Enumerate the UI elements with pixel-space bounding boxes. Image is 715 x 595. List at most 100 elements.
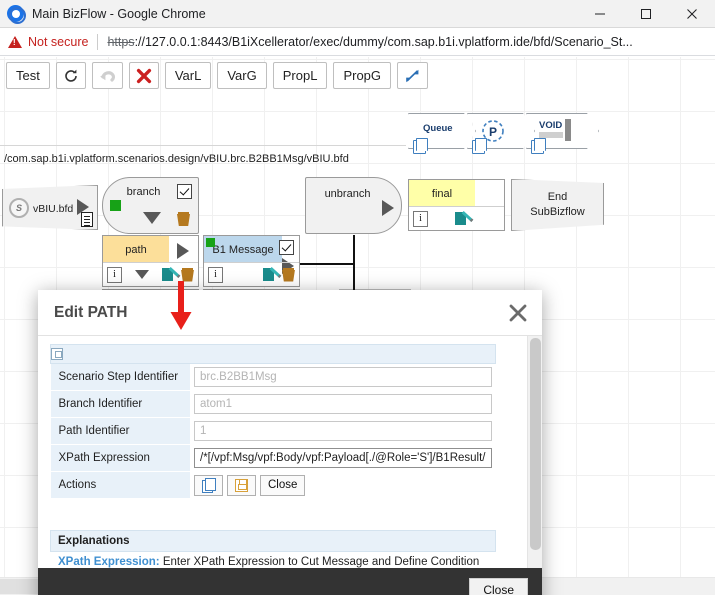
branch-collapse-icon[interactable]	[143, 212, 161, 224]
window-controls	[577, 0, 715, 28]
varg-button[interactable]: VarG	[217, 62, 267, 89]
palette-queue-label: Queue	[423, 123, 453, 134]
security-status-label[interactable]: Not secure	[28, 35, 88, 49]
end-subbizflow-node[interactable]: End SubBizflow	[511, 179, 604, 231]
expand-arrows-icon	[406, 69, 419, 82]
palette-void-stop-icon	[565, 119, 571, 141]
path-info-button[interactable]: i	[107, 266, 122, 283]
window-titlebar: Main BizFlow - Google Chrome	[0, 0, 715, 28]
palette-void-label: VOID	[539, 120, 563, 131]
dialog-scrollbar[interactable]	[527, 336, 542, 568]
breadcrumb: /com.sap.b1i.vplatform.scenarios.design/…	[4, 153, 349, 165]
omnibox-divider	[97, 33, 99, 50]
b1-delete-icon[interactable]	[282, 267, 295, 282]
url-text[interactable]: https://127.0.0.1:8443/B1iXcellerator/ex…	[107, 35, 632, 49]
minimize-button[interactable]	[577, 0, 623, 28]
table-toolbar-row	[50, 344, 496, 364]
final-node[interactable]: final i	[408, 179, 505, 231]
start-node-label: vBIU.bfd	[33, 203, 74, 215]
branch-node[interactable]: branch	[102, 177, 199, 234]
svg-text:P: P	[489, 125, 497, 139]
path-edit-icon[interactable]	[162, 267, 177, 282]
node-palette: Queue P VOID	[408, 113, 599, 157]
path-node[interactable]: path i	[102, 235, 199, 287]
unbranch-run-icon[interactable]	[382, 200, 394, 216]
dialog-body: Scenario Step Identifier brc.B2BB1Msg Br…	[38, 336, 542, 568]
test-button[interactable]: Test	[6, 62, 50, 89]
branch-identifier-label: Branch Identifier	[50, 390, 190, 418]
b1-info-button[interactable]: i	[208, 266, 223, 283]
explanations-body: Enter XPath Expression to Cut Message an…	[159, 556, 480, 568]
branch-identifier-cell: atom1	[190, 390, 496, 418]
maximize-button[interactable]	[623, 0, 669, 28]
close-action-button[interactable]: Close	[260, 474, 306, 496]
b1-edit-icon[interactable]	[263, 267, 278, 282]
path-identifier-label: Path Identifier	[50, 417, 190, 445]
chrome-logo-icon	[7, 5, 26, 24]
path-delete-icon[interactable]	[181, 267, 194, 282]
save-button[interactable]	[227, 474, 256, 496]
window-title: Main BizFlow - Google Chrome	[32, 6, 206, 21]
xpath-expression-input[interactable]: /*[/vpf:Msg/vpf:Body/vpf:Payload[./@Role…	[194, 448, 492, 468]
toolbar-divider	[0, 145, 406, 146]
bfd-toolbar: Test VarL VarG PropL PropG	[6, 62, 429, 89]
address-bar[interactable]: Not secure https://127.0.0.1:8443/B1iXce…	[0, 28, 715, 56]
end-node-line1: End	[547, 191, 568, 203]
end-node-label: End SubBizflow	[530, 190, 584, 220]
copy-button[interactable]	[194, 474, 223, 496]
start-node-doc-icon[interactable]	[81, 212, 93, 227]
b1-status-icon	[206, 238, 215, 247]
path-identifier-input[interactable]: 1	[194, 421, 492, 441]
close-icon[interactable]	[508, 303, 528, 323]
path-properties-table: Scenario Step Identifier brc.B2BB1Msg Br…	[50, 344, 496, 499]
path-collapse-icon[interactable]	[135, 270, 149, 279]
branch-checkbox[interactable]	[177, 184, 192, 199]
xpath-expression-label: XPath Expression	[50, 444, 190, 472]
actions-cell: Close	[190, 471, 496, 499]
path-identifier-cell: 1	[190, 417, 496, 445]
page-canvas: Test VarL VarG PropL PropG Queue P VOID …	[0, 57, 715, 595]
url-rest: ://127.0.0.1:8443/B1iXcellerator/exec/du…	[134, 34, 633, 49]
table-toolbar-cell	[50, 344, 496, 364]
scenario-step-identifier-label: Scenario Step Identifier	[50, 363, 190, 391]
propg-button[interactable]: PropG	[333, 62, 392, 89]
varl-button[interactable]: VarL	[164, 62, 212, 89]
undo-button[interactable]	[91, 62, 123, 89]
refresh-button[interactable]	[55, 62, 86, 89]
propl-button[interactable]: PropL	[272, 62, 328, 89]
start-node[interactable]: S vBIU.bfd	[2, 185, 98, 230]
copy-icon	[202, 478, 216, 493]
palette-process-doc-icon	[472, 138, 487, 154]
branch-delete-icon[interactable]	[177, 212, 190, 226]
final-info-button[interactable]: i	[413, 210, 428, 227]
table-row: Scenario Step Identifier brc.B2BB1Msg	[50, 363, 496, 391]
table-row: Actions Close	[50, 471, 496, 499]
unbranch-node-label: unbranch	[324, 188, 371, 200]
scenario-step-identifier-input[interactable]: brc.B2BB1Msg	[194, 367, 492, 388]
path-run-icon[interactable]	[177, 243, 189, 259]
explanations-text: XPath Expression: Enter XPath Expression…	[50, 552, 496, 568]
palette-queue-doc-icon	[413, 138, 428, 154]
end-node-line2: SubBizflow	[530, 206, 585, 218]
xpath-expression-cell: /*[/vpf:Msg/vpf:Body/vpf:Payload[./@Role…	[190, 444, 496, 472]
final-node-label: final	[409, 180, 475, 207]
delete-button[interactable]	[128, 62, 159, 89]
table-row: Path Identifier 1	[50, 417, 496, 445]
red-x-icon	[136, 68, 151, 83]
expand-button[interactable]	[397, 62, 429, 89]
red-pointer-arrow	[170, 281, 192, 330]
dialog-footer: Close	[38, 568, 542, 595]
actions-label: Actions	[50, 471, 190, 499]
palette-void-doc-icon	[531, 138, 546, 154]
footer-close-button[interactable]: Close	[469, 577, 528, 595]
collapse-all-icon[interactable]	[51, 347, 63, 360]
b1-checkbox[interactable]	[279, 240, 294, 255]
url-scheme: https	[107, 34, 135, 49]
branch-identifier-input[interactable]: atom1	[194, 394, 492, 414]
dialog-title: Edit PATH	[54, 303, 128, 321]
dialog-scrollbar-thumb[interactable]	[530, 338, 541, 550]
final-edit-icon[interactable]	[455, 211, 470, 226]
b1-message-node[interactable]: B1 Message i	[203, 235, 300, 287]
close-window-button[interactable]	[669, 0, 715, 28]
unbranch-node[interactable]: unbranch	[305, 177, 402, 234]
